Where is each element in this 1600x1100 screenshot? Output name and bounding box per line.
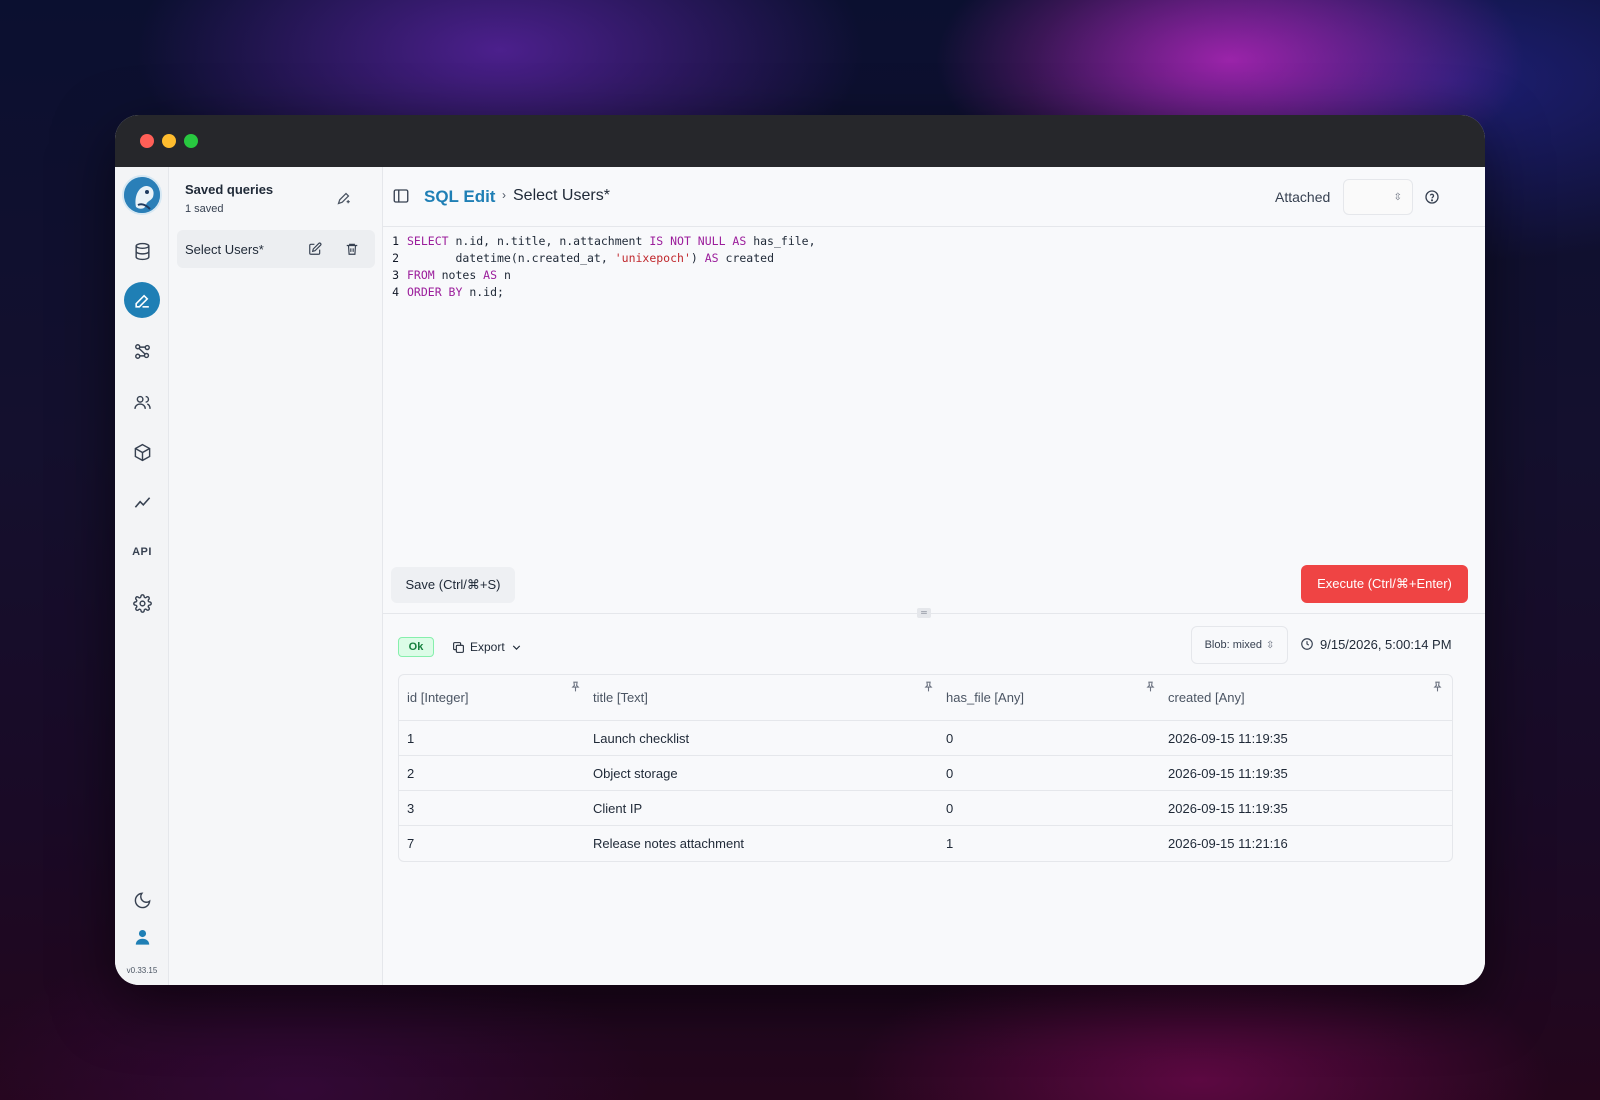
column-header[interactable]: id [Integer] (407, 690, 468, 705)
chevron-updown-icon: ⇳ (1393, 191, 1402, 203)
table-row[interactable]: 3 Client IP 0 2026-09-15 11:19:35 (399, 791, 1452, 826)
saved-count: 1 saved (185, 203, 224, 215)
edit-query-icon[interactable] (305, 239, 325, 259)
maximize-window-button[interactable] (184, 134, 198, 148)
pin-icon[interactable] (922, 680, 935, 693)
table-cell: 2026-09-15 11:19:35 (1168, 801, 1288, 816)
database-icon[interactable] (124, 233, 160, 269)
blob-mode-select[interactable]: Blob: mixed ⇳ (1191, 626, 1288, 664)
attached-label: Attached (1275, 189, 1331, 205)
column-header[interactable]: created [Any] (1168, 690, 1245, 705)
clock-icon (1300, 637, 1314, 651)
users-icon[interactable] (124, 384, 160, 420)
line-number: 3 (392, 268, 399, 282)
table-cell: Release notes attachment (593, 836, 745, 851)
editor-header: SQL Edit › Select Users* Attached ⇳ (383, 167, 1485, 227)
help-icon[interactable] (1424, 189, 1440, 205)
execution-timestamp: 9/15/2026, 5:00:14 PM (1320, 637, 1452, 652)
code-line: 1 SELECT n.id, n.title, n.attachment IS N… (383, 233, 815, 250)
saved-queries-title: Saved queries (185, 182, 274, 197)
table-cell: Launch checklist (593, 731, 690, 746)
execute-button[interactable]: Execute (Ctrl/⌘+Enter) (1301, 565, 1468, 603)
column-header[interactable]: title [Text] (593, 690, 648, 705)
table-row[interactable]: 1 Launch checklist 0 2026-09-15 11:19:35 (399, 721, 1452, 756)
pin-icon[interactable] (1144, 680, 1157, 693)
table-row[interactable]: 2 Object storage 0 2026-09-15 11:19:35 (399, 756, 1452, 791)
table-cell: 3 (407, 801, 415, 816)
nav-rail: API v0.33.15 (115, 167, 169, 985)
table-cell: 0 (946, 801, 954, 816)
app-version: v0.33.15 (126, 966, 158, 975)
saved-queries-panel: Saved queries 1 saved Select Users* (169, 167, 383, 985)
splitter-line (383, 613, 1485, 614)
save-button[interactable]: Save (Ctrl/⌘+S) (391, 567, 515, 603)
sql-editor[interactable]: 1 SELECT n.id, n.title, n.attachment IS N… (383, 228, 1485, 558)
table-cell: 0 (946, 766, 954, 781)
breadcrumb-separator: › (502, 188, 506, 202)
column-header[interactable]: has_file [Any] (946, 690, 1024, 705)
table-cell: 7 (407, 836, 415, 851)
results-table: id [Integer] title [Text] has_file [Any]… (398, 674, 1453, 862)
table-cell: 2 (407, 766, 415, 781)
gear-icon[interactable] (124, 585, 160, 621)
copy-icon (453, 641, 464, 653)
chevron-down-icon (512, 644, 520, 650)
table-row[interactable]: 7 Release notes attachment 1 2026-09-15 … (399, 826, 1452, 861)
close-window-button[interactable] (140, 134, 154, 148)
attached-select[interactable]: ⇳ (1343, 179, 1413, 215)
minimize-window-button[interactable] (162, 134, 176, 148)
main-panel: SQL Edit › Select Users* Attached ⇳ 1 SEL… (383, 167, 1485, 985)
table-cell: Object storage (593, 766, 678, 781)
graph-icon[interactable] (124, 333, 160, 369)
trash-icon[interactable] (342, 239, 362, 259)
table-header: id [Integer] title [Text] has_file [Any]… (399, 675, 1452, 721)
line-number: 4 (392, 285, 399, 299)
pencil-plus-icon (337, 192, 350, 204)
export-button[interactable]: Export (452, 635, 523, 659)
line-number: 2 (392, 251, 399, 265)
title-bar (115, 115, 1485, 167)
table-cell: Client IP (593, 801, 643, 816)
splitter-handle[interactable]: ═ (917, 608, 931, 618)
pin-icon[interactable] (1431, 680, 1444, 693)
table-cell: 2026-09-15 11:19:35 (1168, 766, 1288, 781)
box-icon[interactable] (124, 434, 160, 470)
sidebar-toggle-icon[interactable] (392, 187, 410, 205)
app-logo[interactable] (122, 175, 162, 215)
breadcrumb-section[interactable]: SQL Edit (424, 187, 495, 207)
chevron-updown-icon: ⇳ (1266, 639, 1275, 651)
edit-icon[interactable] (124, 282, 160, 318)
code-line: 4 ORDER BY n.id; (383, 284, 504, 301)
saved-query-item[interactable]: Select Users* (177, 230, 375, 268)
export-label: Export (470, 640, 505, 654)
user-icon[interactable] (124, 919, 160, 955)
table-cell: 1 (407, 731, 415, 746)
api-label: API (132, 546, 152, 558)
code-line: 2 datetime(n.created_at, 'unixepoch') AS… (383, 250, 774, 267)
code-line: 3 FROM notes AS n (383, 267, 511, 284)
breadcrumb-page: Select Users* (513, 187, 610, 204)
line-number: 1 (392, 234, 399, 248)
status-badge: Ok (398, 637, 434, 657)
moon-icon[interactable] (124, 882, 160, 918)
saved-query-label: Select Users* (185, 242, 264, 257)
chart-line-icon[interactable] (124, 484, 160, 520)
blob-mode-label: Blob: mixed (1204, 639, 1263, 651)
table-cell: 2026-09-15 11:21:16 (1168, 836, 1288, 851)
new-query-button[interactable] (332, 187, 354, 209)
pin-icon[interactable] (569, 680, 582, 693)
table-cell: 2026-09-15 11:19:35 (1168, 731, 1288, 746)
table-cell: 0 (946, 731, 954, 746)
table-cell: 1 (946, 836, 954, 851)
api-button[interactable]: API (124, 534, 160, 570)
app-window: API v0.33.15 Saved queries 1 saved Selec… (115, 115, 1485, 985)
